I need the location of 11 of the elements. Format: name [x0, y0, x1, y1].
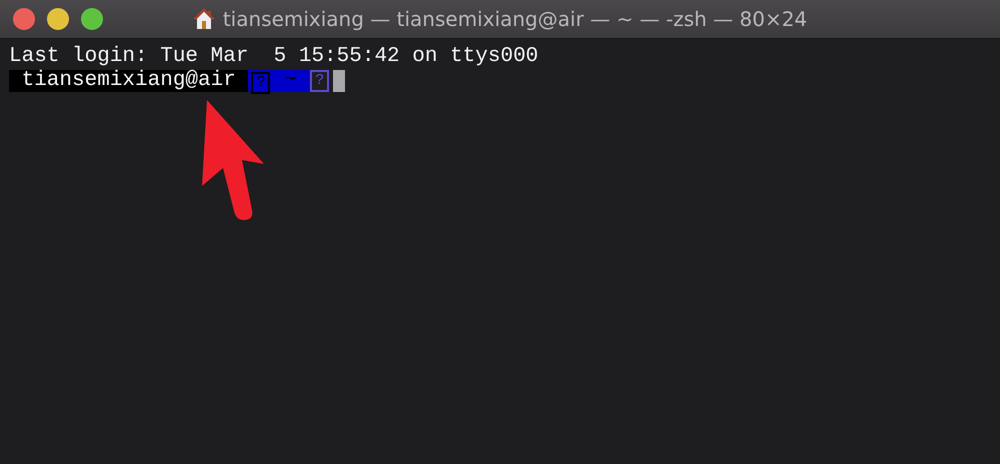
cursor — [333, 70, 346, 92]
prompt-directory: ~ — [271, 70, 310, 92]
prompt-user: tiansemixiang@air — [9, 70, 248, 92]
close-button[interactable] — [13, 8, 35, 30]
missing-glyph: ? — [310, 70, 330, 92]
terminal-line: Last login: Tue Mar 5 15:55:42 on ttys000 — [9, 45, 540, 69]
window-title: tiansemixiang — tiansemixiang@air — ~ — -zsh — 80×24 — [222, 7, 808, 31]
zoom-button[interactable] — [81, 8, 103, 30]
missing-glyph: ? — [251, 72, 270, 94]
house-icon — [192, 8, 215, 30]
minimize-button[interactable] — [47, 8, 69, 30]
